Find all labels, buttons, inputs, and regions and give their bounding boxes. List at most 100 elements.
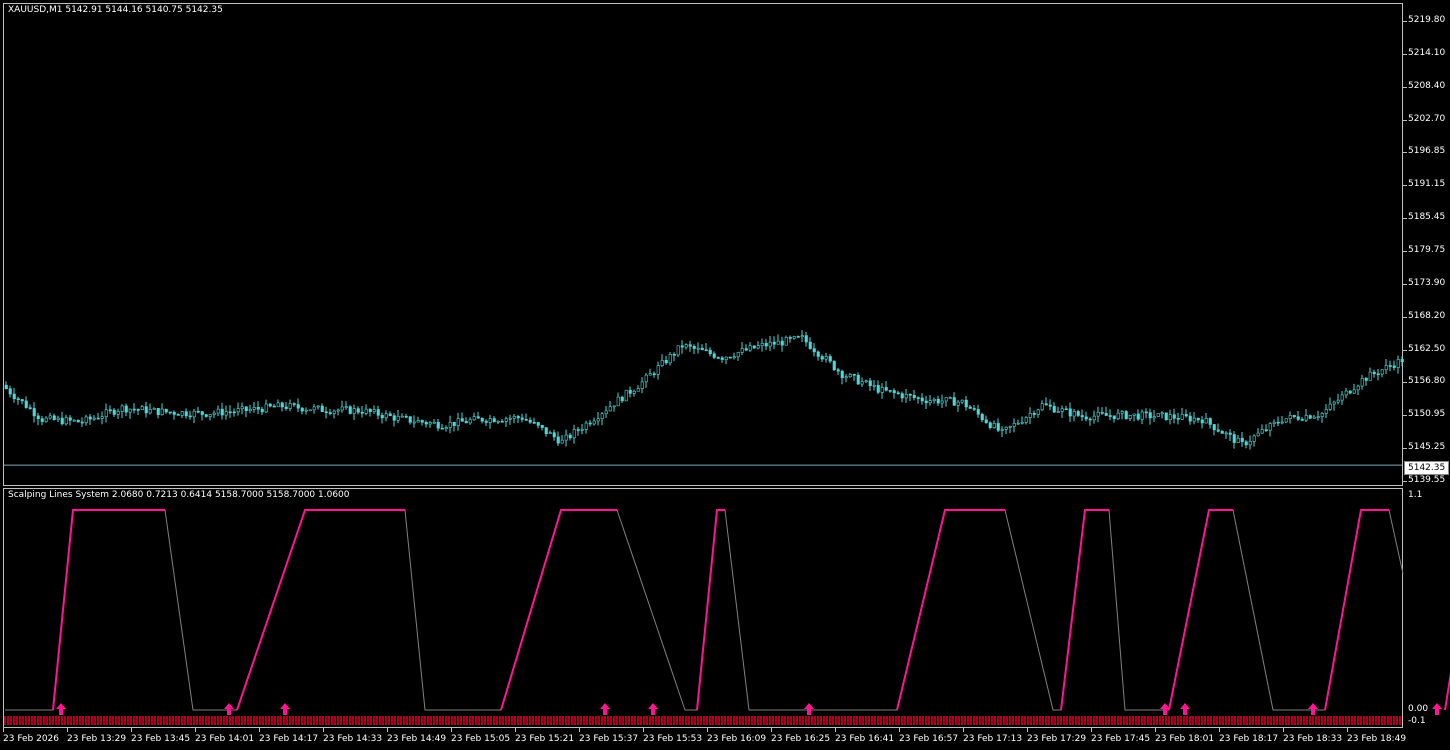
candle-body: [1052, 405, 1056, 413]
candle-body: [120, 405, 124, 412]
candle-body: [1120, 411, 1124, 414]
candle-body: [244, 406, 248, 411]
price-tick-label: 5156.80: [1408, 376, 1446, 387]
candle-body: [232, 411, 236, 414]
candle-body: [476, 416, 480, 419]
candle-body: [628, 389, 632, 394]
candle-body: [960, 399, 964, 403]
candle-body: [1164, 412, 1168, 420]
candle-body: [1280, 421, 1284, 424]
candle-body: [848, 374, 852, 378]
candle-body: [180, 411, 184, 416]
time-label: 23 Feb 16:25: [771, 734, 831, 744]
time-label: 23 Feb 18:01: [1155, 734, 1215, 744]
candle-body: [732, 356, 736, 359]
candle-body: [760, 343, 764, 346]
candle-body: [564, 434, 568, 441]
candle-body: [276, 402, 280, 408]
candle-body: [200, 411, 204, 415]
candle-body: [1128, 415, 1132, 419]
candle-body: [800, 335, 804, 337]
candle-body: [704, 349, 708, 352]
candle-body: [748, 345, 752, 351]
candle-body: [284, 406, 288, 409]
oscillator-bull-segment: [1060, 509, 1109, 711]
candle-body: [56, 417, 60, 420]
candle-body: [256, 406, 260, 410]
price-tick-label: 5202.70: [1408, 113, 1446, 124]
candle-body: [764, 343, 768, 347]
candle-body: [172, 411, 176, 415]
candle-body: [240, 406, 244, 409]
candle-body: [484, 420, 488, 423]
candle-body: [308, 409, 312, 412]
candle-body: [1332, 401, 1336, 405]
candle-body: [1112, 415, 1116, 420]
price-tick-label: 5168.20: [1408, 310, 1446, 321]
candle-body: [1364, 377, 1368, 381]
candle-body: [792, 336, 796, 339]
candle-body: [696, 347, 700, 350]
candle-body: [928, 400, 932, 404]
candle-body: [968, 406, 972, 409]
candle-body: [996, 423, 1000, 431]
candle-body: [504, 418, 508, 422]
candle-body: [1056, 411, 1060, 413]
candle-body: [856, 374, 860, 385]
candle-body: [880, 387, 884, 393]
candle-body: [1000, 429, 1004, 431]
candle-body: [492, 418, 496, 423]
candle-body: [1044, 403, 1048, 406]
candle-body: [1036, 409, 1040, 415]
current-price-label: 5142.35: [1404, 461, 1450, 475]
candle-body: [164, 408, 168, 413]
candle-body: [692, 345, 696, 349]
price-tick: [1403, 481, 1407, 482]
up-arrow-icon: [648, 703, 658, 715]
candle-body: [636, 388, 640, 392]
candle-body: [184, 411, 188, 417]
candle-body: [560, 439, 564, 444]
candle-body: [380, 415, 384, 419]
candle-body: [540, 425, 544, 428]
candle-body: [384, 413, 388, 419]
candle-body: [1188, 415, 1192, 422]
candle-body: [1008, 425, 1012, 428]
indicator-level-label: -0.1: [1408, 716, 1426, 726]
candle-body: [1180, 414, 1184, 420]
time-tick: [579, 728, 580, 732]
candle-body: [148, 409, 152, 414]
candle-body: [344, 406, 348, 408]
candle-body: [1360, 377, 1364, 387]
time-label: 23 Feb 17:13: [963, 734, 1023, 744]
candle-body: [536, 422, 540, 426]
price-tick-label: 5145.25: [1408, 442, 1446, 453]
candle-body: [348, 406, 352, 414]
candle-body: [656, 365, 660, 375]
candle-body: [408, 416, 412, 423]
candle-body: [340, 406, 344, 411]
candle-body: [400, 415, 404, 418]
candle-body: [604, 410, 608, 415]
candle-body: [916, 397, 920, 399]
candle-body: [1368, 371, 1372, 381]
candle-body: [212, 412, 216, 415]
candle-body: [1380, 369, 1384, 375]
candle-body: [596, 418, 600, 422]
candle-body: [952, 397, 956, 406]
candle-body: [508, 417, 512, 420]
up-arrow-icon: [1432, 703, 1442, 715]
candle-body: [1024, 417, 1028, 423]
price-tick: [1403, 21, 1407, 22]
candle-body: [784, 337, 788, 346]
candle-body: [32, 408, 36, 417]
candle-body: [268, 403, 272, 407]
candle-body: [664, 360, 668, 364]
candle-body: [96, 417, 100, 420]
candle-body: [1172, 414, 1176, 419]
candle-body: [976, 409, 980, 415]
candle-body: [788, 337, 792, 339]
candle-body: [920, 397, 924, 402]
candle-body: [1184, 414, 1188, 417]
time-tick: [67, 728, 68, 732]
